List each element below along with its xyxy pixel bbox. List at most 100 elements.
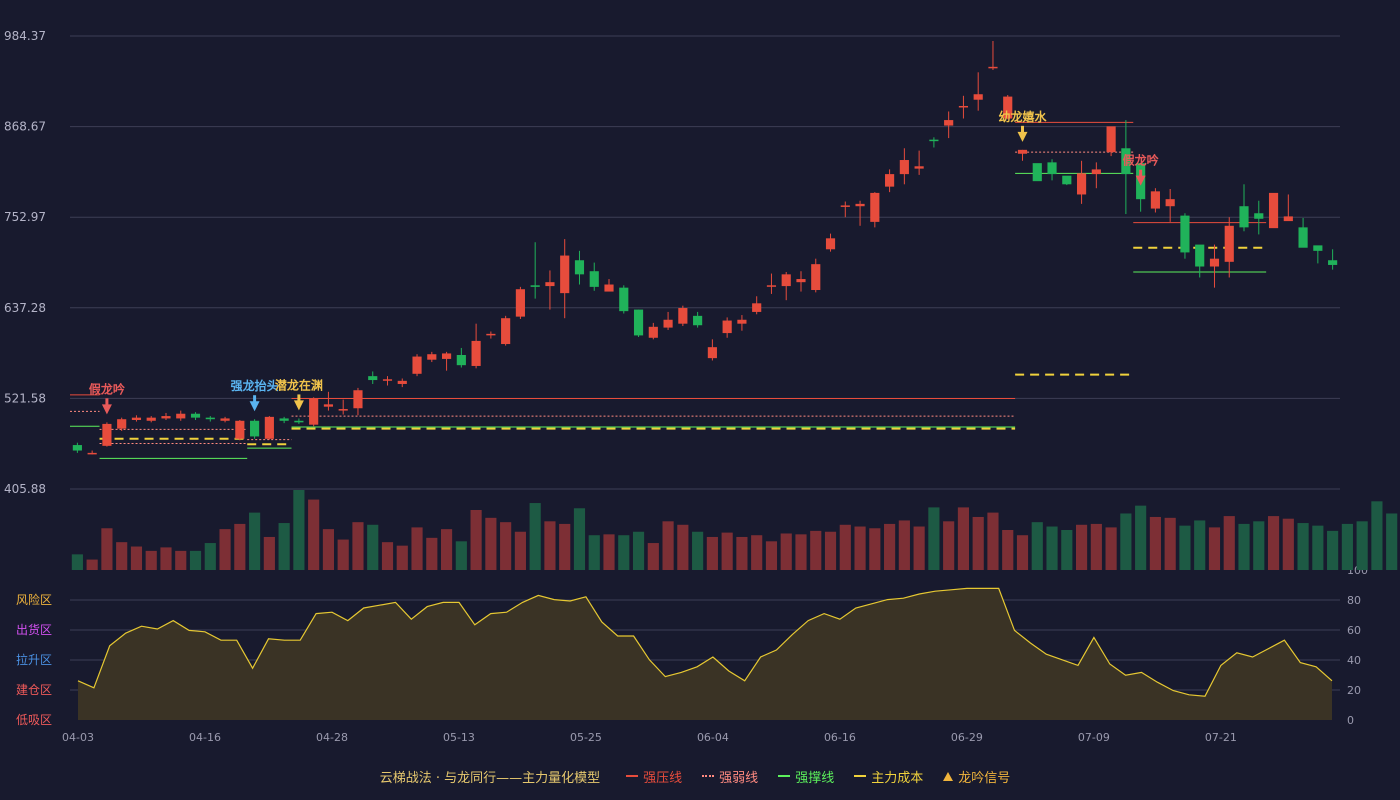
candle-body <box>1209 258 1220 267</box>
volume-bar <box>514 531 526 570</box>
candle-body <box>368 376 378 381</box>
candle-body <box>811 264 821 291</box>
volume-bar <box>647 543 659 570</box>
candle-body <box>560 255 570 294</box>
volume-bar <box>780 533 792 570</box>
candle-body <box>515 289 525 317</box>
legend-item-weak[interactable]: 强弱线 <box>702 767 758 786</box>
volume-bar <box>1149 516 1161 570</box>
signal-label: 潜龙在渊 <box>275 377 323 392</box>
volume-bar <box>573 508 586 570</box>
zone-label: 拉升区 <box>16 652 52 667</box>
volume-bar <box>603 534 615 570</box>
dotted-line-icon <box>702 775 715 777</box>
candle-body <box>486 333 496 336</box>
volume-bar <box>204 543 216 570</box>
volume-bar <box>588 535 600 570</box>
signal-arrow-stem <box>253 395 257 403</box>
volume-bar <box>544 521 556 570</box>
dragon-chart: 984.37868.67752.97637.28521.58405.88 100… <box>4 29 1398 744</box>
candle-body <box>338 409 348 411</box>
volume-bar <box>824 531 837 570</box>
candle-body <box>264 416 274 439</box>
volume-bar <box>1105 527 1117 570</box>
candle-body <box>958 105 969 108</box>
osc-tick-label: 0 <box>1347 714 1354 727</box>
date-tick-label: 05-13 <box>443 731 475 744</box>
volume-bar <box>706 536 718 570</box>
volume-bar <box>470 510 482 570</box>
signal-arrow-icon <box>1017 131 1028 142</box>
candle-body <box>663 319 673 328</box>
volume-bar <box>1194 520 1206 570</box>
volume-bar <box>1238 523 1250 570</box>
volume-bar <box>160 547 172 570</box>
legend-item-support[interactable]: 强撑线 <box>778 767 834 786</box>
candle-body <box>72 445 82 451</box>
volume-bar <box>632 531 645 570</box>
candle-body <box>87 452 97 455</box>
volume-bar <box>426 537 438 570</box>
candle-body <box>1062 175 1072 185</box>
volume-bar <box>352 522 364 570</box>
volume-bar <box>86 559 98 570</box>
candle-body <box>250 420 260 437</box>
oscillator <box>77 587 1333 720</box>
volume-bar <box>337 539 349 570</box>
candle-body <box>279 418 289 421</box>
candle-body <box>205 417 215 420</box>
candle-body <box>545 282 555 287</box>
volume-bar <box>1016 535 1029 570</box>
date-axis: 04-03 04-16 04-28 05-13 05-25 06-04 06-16 06-29… <box>62 731 1237 744</box>
candle-body <box>412 356 422 374</box>
candle-body <box>899 160 909 175</box>
candle-body <box>574 260 585 275</box>
candle-body <box>1328 260 1338 265</box>
dashed-line-icon <box>854 775 867 777</box>
volume-bar <box>795 534 807 570</box>
volume-bar <box>1046 526 1058 570</box>
osc-tick-label: 40 <box>1347 654 1361 667</box>
volume-bar <box>411 527 423 570</box>
level-lines <box>70 121 1267 459</box>
legend-item-signal[interactable]: 龙吟信号 <box>943 767 1010 786</box>
legend-item-cost[interactable]: 主力成本 <box>854 767 923 786</box>
candle-body <box>471 340 481 366</box>
solid-line-icon <box>626 775 639 777</box>
price-axis: 984.37 868.67 752.97 637.28 521.58 405.88 <box>4 29 46 496</box>
volume-bar <box>529 503 541 570</box>
candle-body <box>1313 245 1323 251</box>
candle-body <box>1180 215 1190 253</box>
volume-bar <box>249 512 261 570</box>
dragon-signals: 假龙吟 强龙抬头潜龙在渊幼龙嬉水假龙吟 <box>89 109 1159 415</box>
date-tick-label: 06-16 <box>824 731 856 744</box>
candle-body <box>1017 149 1028 154</box>
zone-label: 建仓区 <box>16 683 52 697</box>
candle-body <box>146 417 156 421</box>
price-tick-label: 984.37 <box>4 29 46 43</box>
signal-arrow-stem <box>1021 125 1024 133</box>
volume-bars <box>71 490 1398 570</box>
volume-bar <box>898 520 910 570</box>
candle-body <box>752 303 762 312</box>
candle-body <box>648 326 658 338</box>
volume-bar <box>1297 523 1309 570</box>
legend-label: 主力成本 <box>871 770 924 786</box>
volume-bar <box>1267 516 1280 570</box>
candle-body <box>323 404 334 407</box>
price-tick-label: 521.58 <box>4 391 46 405</box>
volume-bar <box>1120 513 1132 570</box>
candle-body <box>102 423 112 446</box>
candle-body <box>1239 206 1249 228</box>
signal-arrow-stem <box>1139 169 1143 177</box>
candle-body <box>633 309 644 336</box>
date-tick-label: 07-09 <box>1078 731 1110 744</box>
candle-body <box>131 417 142 420</box>
volume-bar <box>1356 521 1368 570</box>
candle-body <box>796 279 806 283</box>
legend-item-pressure[interactable]: 强压线 <box>626 767 682 786</box>
zone-labels: 风险区出货区拉升区建仓区低吸区 <box>16 592 52 727</box>
candle-body <box>885 174 895 187</box>
volume-bar <box>736 536 748 570</box>
candle-body <box>722 320 732 334</box>
